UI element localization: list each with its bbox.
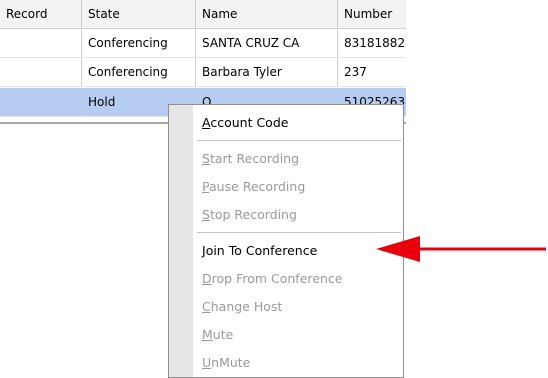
header-state[interactable]: State: [82, 0, 196, 28]
menu-item-mnemonic: C: [202, 299, 211, 314]
cell-name: SANTA CRUZ CA: [196, 29, 338, 57]
cell-name: Barbara Tyler: [196, 58, 338, 86]
menu-item-mute[interactable]: Mute: [202, 321, 397, 349]
cell-record: [0, 29, 82, 57]
menu-item-label: ause Recording: [208, 179, 306, 194]
red-arrow-icon: [376, 236, 546, 262]
menu-item-stop-recording[interactable]: Stop Recording: [202, 201, 397, 229]
menu-item-join-to-conference[interactable]: Join To Conference: [202, 237, 397, 265]
menu-item-mnemonic: M: [202, 327, 213, 342]
header-name[interactable]: Name: [196, 0, 338, 28]
menu-item-start-recording[interactable]: Start Recording: [202, 145, 397, 173]
menu-item-account-code[interactable]: Account Code: [202, 109, 397, 137]
table-row[interactable]: Conferencing SANTA CRUZ CA 83181882: [0, 29, 406, 58]
menu-item-mnemonic: U: [202, 355, 212, 370]
cell-number: 83181882: [344, 36, 406, 50]
arrow-head: [376, 236, 420, 262]
cell-state: Conferencing: [82, 29, 196, 57]
menu-item-mnemonic: D: [202, 271, 212, 286]
menu-item-label: ute: [212, 327, 234, 342]
header-number[interactable]: Number: [338, 0, 406, 28]
menu-item-unmute[interactable]: UnMute: [202, 349, 397, 377]
menu-item-label: top Recording: [209, 207, 297, 222]
menu-item-pause-recording[interactable]: Pause Recording: [202, 173, 397, 201]
menu-item-mnemonic: P: [202, 179, 209, 194]
cell-record: [0, 88, 82, 116]
menu-item-label: nMute: [211, 355, 251, 370]
cell-state: Conferencing: [82, 58, 196, 86]
menu-item-label: tart Recording: [209, 151, 300, 166]
menu-item-mnemonic: S: [202, 151, 210, 166]
cell-record: [0, 58, 82, 86]
menu-item-change-host[interactable]: Change Host: [202, 293, 397, 321]
header-record[interactable]: Record: [0, 0, 82, 28]
table-row[interactable]: Conferencing Barbara Tyler 237: [0, 58, 406, 87]
menu-separator: [197, 140, 401, 141]
menu-item-mnemonic: S: [202, 207, 210, 222]
menu-item-label: ccount Code: [210, 115, 289, 130]
cell-number: 237: [344, 65, 367, 79]
menu-separator: [197, 232, 401, 233]
menu-item-drop-from-conference[interactable]: Drop From Conference: [202, 265, 397, 293]
context-menu: Account Code Start Recording Pause Recor…: [168, 104, 404, 378]
menu-icon-gutter: [169, 105, 193, 377]
menu-item-label: hange Host: [210, 299, 283, 314]
menu-item-label: rop From Conference: [211, 271, 343, 286]
grid-header: Record State Name Number: [0, 0, 406, 29]
menu-item-label: oin To Conference: [205, 243, 318, 258]
